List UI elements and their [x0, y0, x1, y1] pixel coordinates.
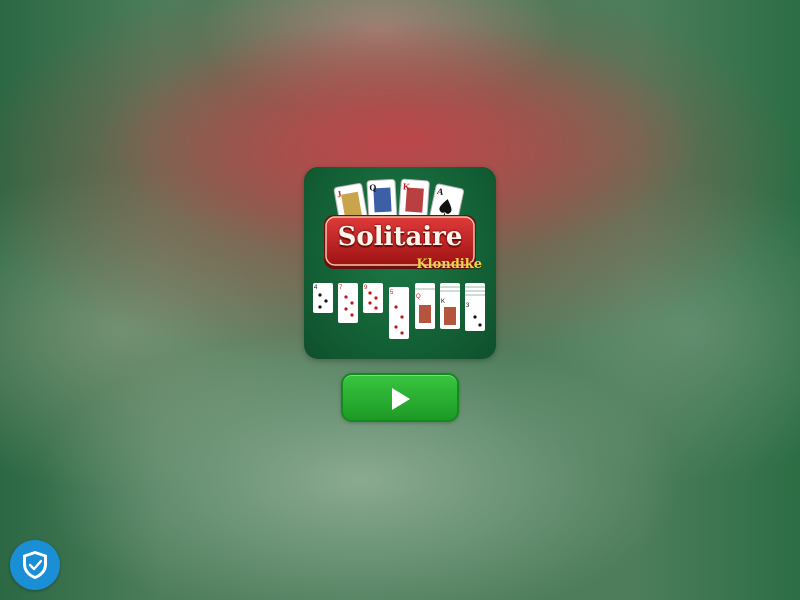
- svg-text:Q: Q: [369, 182, 377, 192]
- fan-card-q: Q: [366, 178, 398, 220]
- tableau-rank: Q: [416, 294, 421, 300]
- shield-check-icon: [23, 551, 47, 579]
- play-button[interactable]: [341, 373, 459, 422]
- tableau-rank: K: [441, 299, 445, 305]
- game-subtitle: Klondike: [416, 257, 482, 272]
- game-logo: J Q K A 4 7 9 5 Q K 3 Solitaire Klondike: [304, 167, 496, 359]
- svg-text:K: K: [403, 181, 411, 191]
- fan-card-k: K: [398, 178, 430, 220]
- tableau: 4 7 9 5 Q K 3: [313, 283, 485, 339]
- game-title: Solitaire: [337, 222, 463, 252]
- play-icon: [392, 388, 410, 410]
- privacy-shield-button[interactable]: [10, 540, 60, 590]
